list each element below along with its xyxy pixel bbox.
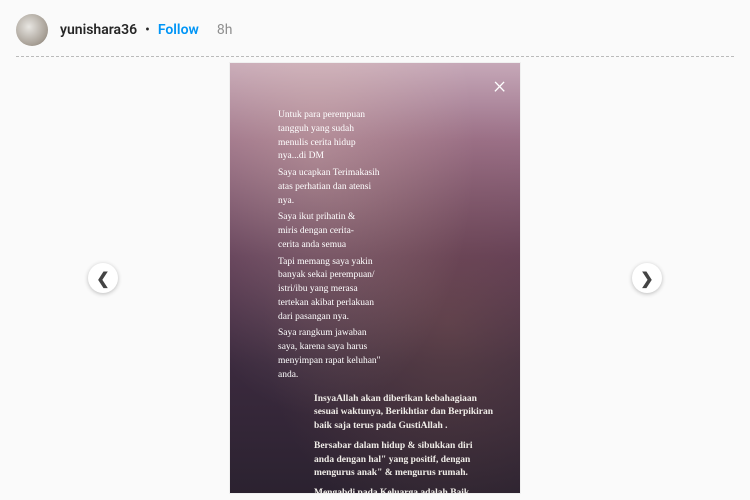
story-text: Untuk para perempuan tangguh yang sudah … bbox=[230, 63, 520, 493]
story-paragraph: Mengabdi pada Keluarga adalah Baik . bbox=[314, 487, 494, 493]
timestamp: 8h bbox=[217, 22, 233, 38]
story-paragraph: InsyaAllah akan diberikan kebahagiaan se… bbox=[314, 393, 494, 434]
story-header: yunishara36 • Follow 8h bbox=[0, 0, 750, 56]
story-paragraph: Untuk para perempuan tangguh yang sudah … bbox=[278, 109, 458, 164]
instagram-story-viewer: yunishara36 • Follow 8h ❮ × Untuk para p… bbox=[0, 0, 750, 500]
avatar[interactable] bbox=[16, 14, 48, 46]
story-paragraph: Saya ucapkan Terimakasih atas perhatian … bbox=[278, 167, 458, 208]
story-paragraph: Saya ikut prihatin & miris dengan cerita… bbox=[278, 211, 458, 252]
username[interactable]: yunishara36 bbox=[60, 22, 137, 38]
story-stage: ❮ × Untuk para perempuan tangguh yang su… bbox=[0, 63, 750, 493]
prev-story-button[interactable]: ❮ bbox=[88, 263, 118, 293]
story-paragraph: Tapi memang saya yakin banyak sekai pere… bbox=[278, 256, 458, 325]
story-paragraph: Saya rangkum jawaban saya, karena saya h… bbox=[278, 327, 458, 382]
story-frame[interactable]: × Untuk para perempuan tangguh yang suda… bbox=[230, 63, 520, 493]
chevron-left-icon: ❮ bbox=[96, 269, 109, 288]
story-highlight-block: InsyaAllah akan diberikan kebahagiaan se… bbox=[278, 393, 502, 493]
chevron-right-icon: ❯ bbox=[640, 269, 653, 288]
next-story-button[interactable]: ❯ bbox=[632, 263, 662, 293]
close-icon[interactable]: × bbox=[493, 73, 506, 97]
story-paragraph: Bersabar dalam hidup & sibukkan diri and… bbox=[314, 440, 494, 481]
separator-dot: • bbox=[145, 22, 150, 38]
divider bbox=[16, 56, 734, 57]
follow-button[interactable]: Follow bbox=[158, 22, 199, 38]
